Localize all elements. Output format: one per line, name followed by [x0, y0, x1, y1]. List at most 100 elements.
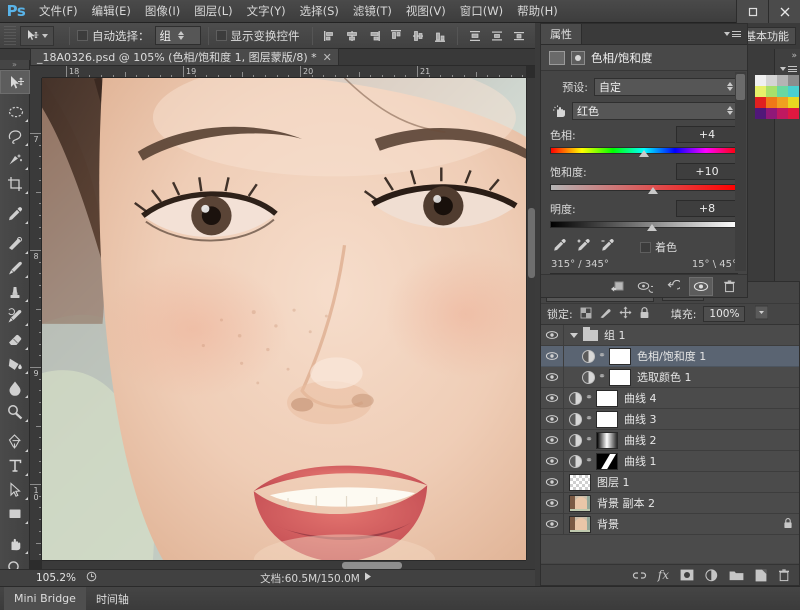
adjustment-icon[interactable]: [569, 392, 582, 405]
link-icon[interactable]: ⚭: [585, 435, 593, 445]
gradient-tool[interactable]: [0, 352, 30, 376]
layer-mask-thumbnail[interactable]: [596, 453, 618, 470]
layer-row[interactable]: ⚭选取颜色 1: [541, 367, 799, 388]
link-layers-icon[interactable]: [632, 570, 647, 581]
align-horizontal-centers-button[interactable]: [342, 26, 362, 46]
swatches-grid[interactable]: [755, 75, 799, 119]
lock-position-icon[interactable]: [619, 306, 632, 322]
hue-slider-knob[interactable]: [639, 150, 649, 157]
pen-tool[interactable]: [0, 430, 30, 454]
color-swatch[interactable]: [755, 86, 766, 97]
layer-mask-thumbnail[interactable]: [596, 390, 618, 407]
eyedropper-tool[interactable]: [0, 202, 30, 226]
link-icon[interactable]: ⚭: [598, 351, 606, 361]
layer-mask-thumbnail[interactable]: [596, 411, 618, 428]
add-layer-mask-icon[interactable]: [680, 569, 694, 581]
color-swatch[interactable]: [788, 108, 799, 119]
layer-thumbnail[interactable]: [569, 516, 591, 533]
delete-adjustment-button[interactable]: [717, 277, 741, 296]
hand-tool[interactable]: [0, 532, 30, 556]
blur-tool[interactable]: [0, 376, 30, 400]
lightness-slider-value[interactable]: +8: [676, 200, 738, 217]
align-vertical-centers-button[interactable]: [408, 26, 428, 46]
layer-mask-thumbnail[interactable]: [609, 369, 631, 386]
layer-list[interactable]: 组 1⚭色相/饱和度 1⚭选取颜色 1⚭曲线 4⚭曲线 3⚭曲线 2⚭曲线 1图…: [541, 325, 799, 563]
saturation-slider-value[interactable]: +10: [676, 163, 738, 180]
history-brush-tool[interactable]: [0, 304, 30, 328]
color-swatch[interactable]: [777, 97, 788, 108]
scrollbar-thumb[interactable]: [736, 74, 745, 100]
layer-thumbnail[interactable]: [569, 474, 591, 491]
eyedropper-add-icon[interactable]: [576, 238, 591, 256]
clip-to-layer-button[interactable]: [605, 277, 629, 296]
play-arrow-icon[interactable]: [364, 572, 372, 584]
tools-panel-collapse[interactable]: »: [0, 60, 29, 70]
tab-mini-bridge[interactable]: Mini Bridge: [4, 587, 86, 610]
scrollbar-thumb[interactable]: [342, 562, 402, 569]
layer-visibility-toggle[interactable]: [541, 472, 564, 493]
layer-mask-thumbnail[interactable]: [596, 432, 618, 449]
options-bar-grip[interactable]: [4, 26, 16, 46]
layer-row[interactable]: ⚭曲线 2: [541, 430, 799, 451]
link-icon[interactable]: ⚭: [585, 393, 593, 403]
color-swatch[interactable]: [766, 108, 777, 119]
horizontal-ruler[interactable]: 1819202122: [42, 66, 526, 78]
align-bottom-edges-button[interactable]: [430, 26, 450, 46]
brush-tool[interactable]: [0, 256, 30, 280]
layer-row[interactable]: 背景 副本 2: [541, 493, 799, 514]
move-tool[interactable]: [0, 70, 30, 94]
layer-visibility-toggle[interactable]: [541, 430, 564, 451]
tab-properties[interactable]: 属性: [541, 24, 582, 44]
layer-visibility-toggle[interactable]: [541, 493, 564, 514]
lock-image-pixels-icon[interactable]: [599, 307, 612, 322]
layer-row[interactable]: ⚭曲线 1: [541, 451, 799, 472]
hue-slider[interactable]: [550, 144, 738, 158]
spot-healing-brush-tool[interactable]: [0, 232, 30, 256]
document-tab[interactable]: _18A0326.psd @ 105% (色相/饱和度 1, 图层蒙版/8) *…: [30, 48, 339, 65]
canvas-horizontal-scrollbar[interactable]: [42, 560, 526, 569]
dodge-tool[interactable]: [0, 400, 30, 424]
hue-slider-value[interactable]: +4: [676, 126, 738, 143]
layer-thumbnail[interactable]: [569, 495, 591, 512]
menu-filter[interactable]: 滤镜(T): [346, 0, 399, 23]
swatches-panel-menu[interactable]: [775, 63, 800, 75]
menu-file[interactable]: 文件(F): [32, 0, 85, 23]
tab-timeline[interactable]: 时间轴: [86, 587, 139, 610]
color-swatch[interactable]: [777, 86, 788, 97]
align-right-edges-button[interactable]: [364, 26, 384, 46]
fill-value[interactable]: 100%: [703, 306, 745, 322]
lightness-slider-knob[interactable]: [647, 224, 657, 231]
auto-select-scope-select[interactable]: 组: [155, 26, 201, 45]
close-icon[interactable]: ✕: [323, 51, 332, 64]
restore-button[interactable]: [736, 0, 768, 23]
quick-selection-tool[interactable]: [0, 148, 30, 172]
layer-visibility-toggle[interactable]: [541, 325, 564, 346]
preview-previous-state-button[interactable]: [633, 277, 657, 296]
layer-row[interactable]: ⚭曲线 3: [541, 409, 799, 430]
rectangle-tool[interactable]: [0, 502, 30, 526]
menu-select[interactable]: 选择(S): [293, 0, 346, 23]
menu-window[interactable]: 窗口(W): [453, 0, 510, 23]
color-swatch[interactable]: [755, 108, 766, 119]
layer-visibility-toggle[interactable]: [541, 346, 564, 367]
zoom-level-field[interactable]: 105.2%: [32, 571, 92, 586]
menu-type[interactable]: 文字(Y): [240, 0, 293, 23]
on-image-adjust-icon[interactable]: [550, 104, 568, 119]
layer-visibility-toggle[interactable]: [541, 367, 564, 388]
layer-visibility-toggle[interactable]: [541, 514, 564, 535]
layer-row[interactable]: ⚭色相/饱和度 1: [541, 346, 799, 367]
link-icon[interactable]: ⚭: [598, 372, 606, 382]
marquee-tool[interactable]: [0, 100, 30, 124]
lock-transparent-pixels-icon[interactable]: [580, 307, 592, 322]
document-info[interactable]: 文档:60.5M/150.0M: [97, 571, 535, 586]
menu-help[interactable]: 帮助(H): [510, 0, 565, 23]
scrollbar-thumb[interactable]: [528, 208, 535, 278]
color-swatch[interactable]: [788, 86, 799, 97]
new-layer-icon[interactable]: [755, 569, 767, 582]
clone-stamp-tool[interactable]: [0, 280, 30, 304]
layer-mask-thumbnail[interactable]: [609, 348, 631, 365]
distribute-bottom-edges-button[interactable]: [509, 26, 529, 46]
layer-row[interactable]: 图层 1: [541, 472, 799, 493]
adjustment-icon[interactable]: [582, 371, 595, 384]
layer-visibility-toggle[interactable]: [541, 388, 564, 409]
